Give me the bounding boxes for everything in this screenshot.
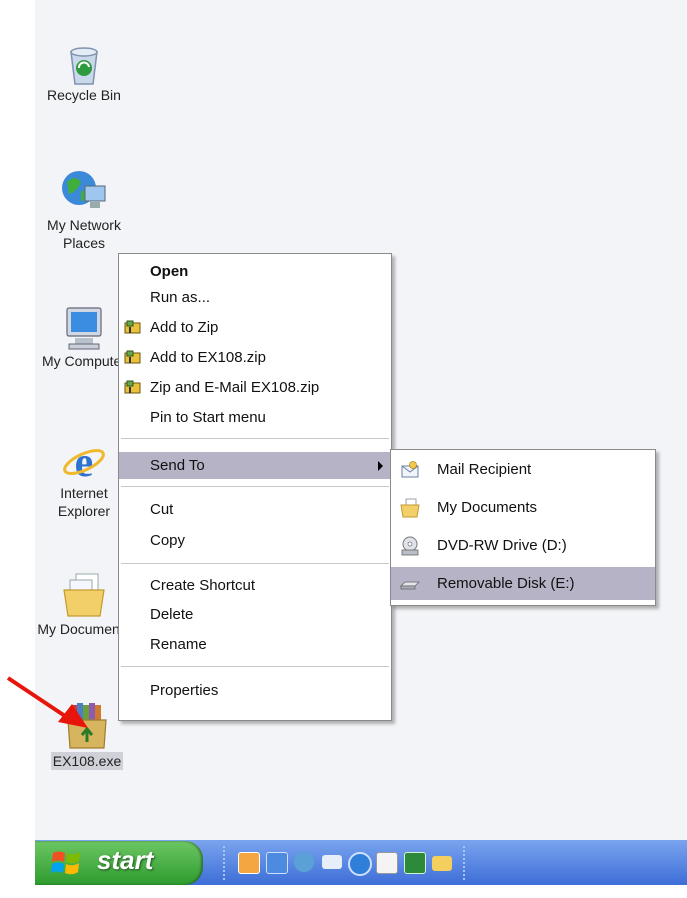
document-icon[interactable] (376, 852, 398, 874)
menu-item-send-to[interactable]: Send To (119, 452, 391, 479)
menu-item-rename[interactable]: Rename (119, 631, 391, 658)
media-player-icon[interactable] (348, 852, 372, 876)
clock-icon[interactable] (238, 852, 260, 874)
svg-text:e: e (75, 440, 94, 484)
menu-item-label: Run as... (150, 289, 211, 306)
database-icon[interactable] (294, 852, 314, 872)
menu-item-label: Send To (150, 457, 205, 474)
start-button[interactable]: start (35, 841, 203, 885)
send-to-label: My Documents (437, 499, 538, 516)
recycle-bin-icon (70, 47, 98, 85)
submenu-arrow-icon (378, 461, 383, 471)
menu-separator (121, 486, 389, 487)
menu-item-run-as[interactable]: Run as... (119, 284, 391, 311)
folder-icon[interactable] (432, 856, 452, 871)
documents-folder-icon (63, 573, 105, 617)
zip-icon (124, 350, 141, 364)
taskbar: start (35, 840, 687, 885)
menu-separator (121, 666, 389, 667)
menu-item-label: Delete (150, 606, 194, 623)
menu-separator (121, 563, 389, 564)
menu-item-label: Zip and E-Mail EX108.zip (150, 379, 320, 396)
send-to-dvd-drive[interactable]: DVD-RW Drive (D:) (391, 529, 655, 562)
network-places-icon (62, 171, 106, 208)
menu-item-cut[interactable]: Cut (119, 496, 391, 523)
menu-item-label: Rename (150, 636, 207, 653)
dvd-drive-icon (401, 536, 419, 556)
computer-icon (66, 307, 102, 350)
menu-item-copy[interactable]: Copy (119, 527, 391, 554)
menu-item-create-shortcut[interactable]: Create Shortcut (119, 572, 391, 599)
menu-item-add-to-ex108-zip[interactable]: Add to EX108.zip (119, 344, 391, 371)
menu-item-label: Cut (150, 501, 174, 518)
send-to-my-documents[interactable]: My Documents (391, 491, 655, 524)
send-to-label: Removable Disk (E:) (437, 575, 575, 592)
network-places-label: My Network Places (47, 217, 121, 251)
toolbar-grip (223, 846, 228, 880)
recycle-bin-label: Recycle Bin (47, 87, 121, 103)
send-to-label: Mail Recipient (437, 461, 532, 478)
menu-separator (121, 438, 389, 439)
ie-icon[interactable] (266, 852, 288, 874)
menu-item-properties[interactable]: Properties (119, 677, 391, 704)
desktop-icon-network-places[interactable]: My Network Places (34, 166, 134, 252)
menu-item-delete[interactable]: Delete (119, 601, 391, 628)
menu-item-label: Add to Zip (150, 319, 219, 336)
ex108-label: EX108.exe (50, 752, 124, 770)
annotation-arrow (6, 676, 88, 728)
mail-icon[interactable] (322, 855, 342, 869)
windows-logo-icon (51, 851, 80, 875)
desktop-icon-recycle-bin[interactable]: Recycle Bin (34, 44, 134, 104)
internet-explorer-icon: e (63, 440, 105, 484)
excel-icon[interactable] (404, 852, 426, 874)
my-documents-icon (400, 498, 420, 518)
send-to-submenu: Mail Recipient My Documents DVD-RW Drive… (390, 449, 656, 606)
menu-item-open[interactable]: Open (119, 258, 391, 285)
mail-recipient-icon (401, 461, 419, 478)
menu-item-label: Add to EX108.zip (150, 349, 266, 366)
menu-item-pin-to-start[interactable]: Pin to Start menu (119, 404, 391, 431)
send-to-mail-recipient[interactable]: Mail Recipient (391, 453, 655, 486)
menu-item-add-to-zip[interactable]: Add to Zip (119, 314, 391, 341)
menu-item-label: Open (150, 263, 189, 280)
menu-item-label: Copy (150, 532, 186, 549)
start-label: start (97, 845, 154, 875)
toolbar-grip (463, 846, 468, 880)
menu-item-zip-and-email[interactable]: Zip and E-Mail EX108.zip (119, 374, 391, 401)
menu-item-label: Properties (150, 682, 219, 699)
zip-icon (124, 380, 141, 394)
send-to-label: DVD-RW Drive (D:) (437, 537, 567, 554)
zip-icon (124, 320, 141, 334)
context-menu: Open Run as... Add to Zip Add to EX108.z… (118, 253, 392, 721)
menu-item-label: Create Shortcut (150, 577, 256, 594)
send-to-removable-disk[interactable]: Removable Disk (E:) (391, 567, 655, 600)
removable-disk-icon (400, 581, 420, 590)
menu-item-label: Pin to Start menu (150, 409, 266, 426)
